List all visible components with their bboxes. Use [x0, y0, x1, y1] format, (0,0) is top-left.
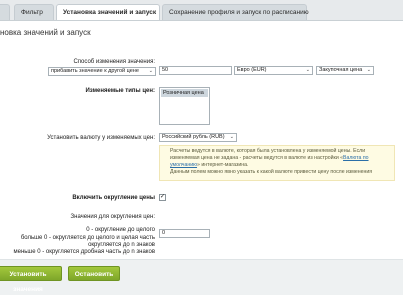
set-currency-value: Российский рубль (RUB) — [162, 134, 225, 140]
chevron-down-icon: ⌄ — [148, 68, 153, 74]
set-currency-select[interactable]: Российский рубль (RUB) ⌄ — [159, 133, 237, 142]
tab-filter[interactable]: Фильтр — [14, 4, 54, 20]
price-types-label: Изменяемые типы цен: — [85, 88, 155, 94]
rounding-values-label: Значения для округления цен: — [70, 214, 156, 220]
tab-bar: Фильтр Установка значений и запуск Сохра… — [0, 0, 403, 21]
section-title: новка значений и запуск — [0, 28, 91, 37]
chevron-down-icon: ⌄ — [305, 67, 310, 73]
chevron-down-icon: ⌄ — [366, 67, 371, 73]
tab-first[interactable] — [0, 4, 10, 20]
rounding-checkbox[interactable]: ✓ — [159, 194, 166, 201]
currency-note: Расчеты ведутся в валюте, которая была у… — [159, 145, 395, 181]
rounding-rule-1: 0 - округление до целого — [86, 227, 155, 233]
rounding-input[interactable]: 0 — [159, 229, 210, 238]
tab-set-values[interactable]: Установка значений и запуск — [56, 4, 160, 21]
change-mode-label: Способ изменения значения: — [73, 59, 155, 65]
change-mode-value: прибавить значение к другой цене — [51, 68, 139, 74]
price-types-listbox[interactable]: Розничная цена — [159, 87, 210, 125]
note-line-1: Расчеты ведутся в валюте, которая была у… — [170, 148, 366, 154]
stop-button[interactable]: Остановить — [68, 266, 120, 281]
note-line-2: изменяемая цена не задана - расчеты веду… — [170, 155, 344, 161]
rounding-label: Включить округление цены — [72, 195, 155, 201]
note-line-3: » интернет-магазина. — [197, 162, 249, 168]
price-type-value: Закупочная цена — [319, 67, 363, 73]
button-bar: Установить значения Остановить — [0, 259, 403, 295]
tab-save-profile[interactable]: Сохранение профиля и запуск по расписани… — [162, 4, 309, 20]
currency-select[interactable]: Евро (EUR) ⌄ — [234, 66, 313, 75]
change-mode-select[interactable]: прибавить значение к другой цене ⌄ — [48, 67, 156, 76]
currency-value: Евро (EUR) — [237, 67, 267, 73]
apply-values-button[interactable]: Установить значения — [0, 266, 62, 293]
rounding-rule-3: округляется до n знаков — [88, 242, 155, 248]
chevron-down-icon: ⌄ — [229, 134, 234, 140]
set-currency-label: Установить валюту у изменяемых цен: — [47, 135, 155, 141]
price-type-select[interactable]: Закупочная цена ⌄ — [316, 66, 374, 75]
note-line-4: Данным полем можно явно указать к какой … — [170, 169, 373, 175]
amount-input[interactable]: 50 — [159, 66, 232, 75]
price-type-option[interactable]: Розничная цена — [161, 89, 208, 97]
rounding-rule-4: меньше 0 - округляется дробная часть до … — [13, 249, 155, 255]
rounding-rule-2: больше 0 - округляется до целого и целая… — [20, 235, 155, 241]
